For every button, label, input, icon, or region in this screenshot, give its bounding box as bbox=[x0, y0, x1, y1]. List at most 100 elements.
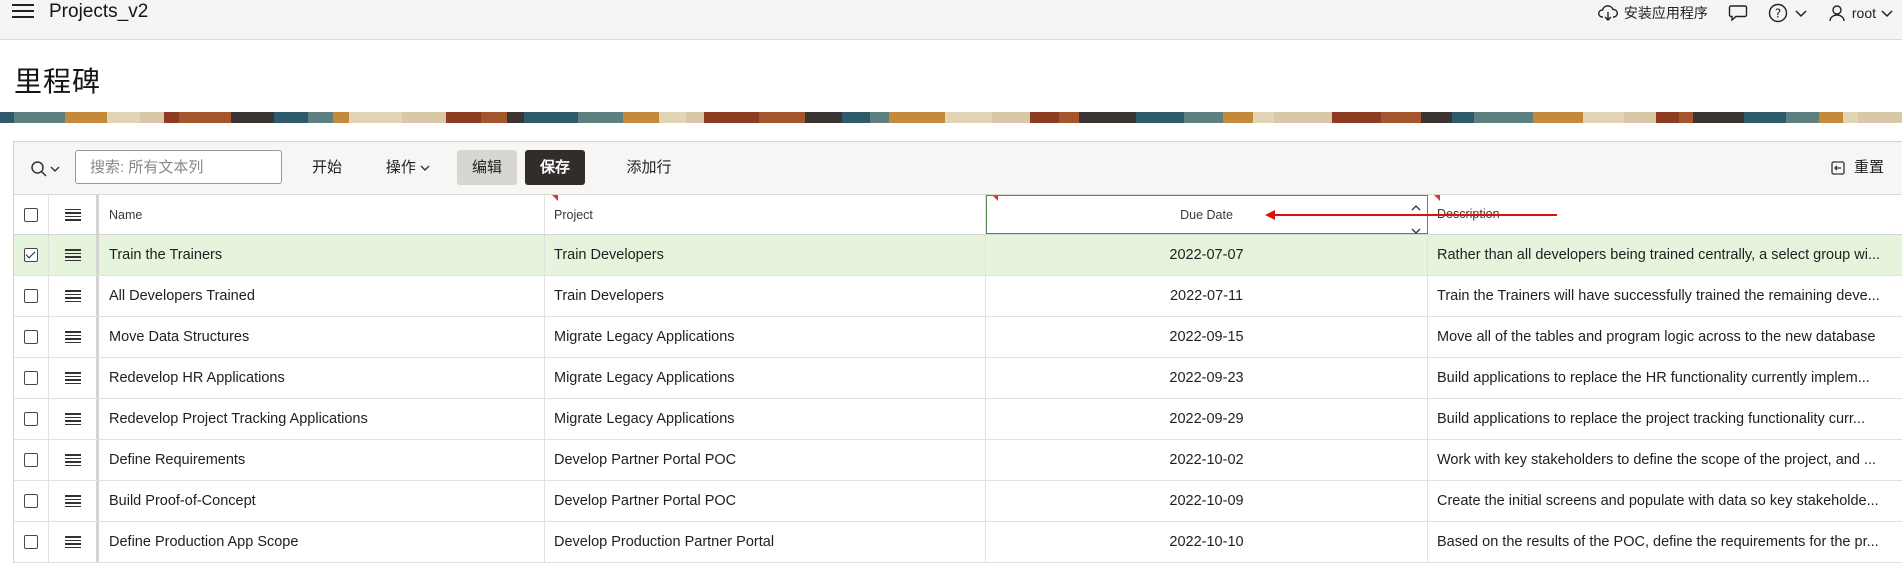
help-menu-button[interactable]: ? bbox=[1768, 3, 1808, 23]
row-select-cell bbox=[14, 317, 49, 357]
chevron-down-icon bbox=[50, 166, 60, 172]
cell-due-date[interactable]: 2022-10-10 bbox=[986, 522, 1428, 562]
row-select-cell bbox=[14, 481, 49, 521]
table-row[interactable]: All Developers Trained Train Developers 20… bbox=[14, 276, 1902, 317]
row-actions-icon[interactable] bbox=[64, 495, 81, 507]
row-actions-cell bbox=[49, 235, 99, 275]
row-actions-icon[interactable] bbox=[64, 413, 81, 425]
cell-description[interactable]: Rather than all developers being trained… bbox=[1428, 235, 1902, 275]
cell-due-date[interactable]: 2022-10-09 bbox=[986, 481, 1428, 521]
column-header-name[interactable]: Name bbox=[99, 195, 545, 234]
user-name-label: root bbox=[1851, 4, 1876, 21]
cell-project[interactable]: Develop Partner Portal POC bbox=[545, 481, 986, 521]
chat-bubble-icon bbox=[1728, 4, 1748, 22]
row-checkbox[interactable] bbox=[24, 330, 38, 344]
row-checkbox[interactable] bbox=[24, 289, 38, 303]
row-select-cell bbox=[14, 358, 49, 398]
table-row[interactable]: Redevelop Project Tracking Applications M… bbox=[14, 399, 1902, 440]
cell-due-date[interactable]: 2022-10-02 bbox=[986, 440, 1428, 480]
grid-header-row: Name Project Due Date Description bbox=[14, 195, 1902, 235]
edit-button[interactable]: 编辑 bbox=[457, 150, 517, 185]
reset-button[interactable]: 重置 bbox=[1814, 150, 1884, 185]
row-checkbox[interactable] bbox=[24, 535, 38, 549]
cell-project[interactable]: Develop Production Partner Portal bbox=[545, 522, 986, 562]
table-row[interactable]: Move Data Structures Migrate Legacy Appli… bbox=[14, 317, 1902, 358]
row-actions-icon[interactable] bbox=[64, 536, 81, 548]
cell-project[interactable]: Migrate Legacy Applications bbox=[545, 399, 986, 439]
table-row[interactable]: Build Proof-of-Concept Develop Partner Po… bbox=[14, 481, 1902, 522]
select-all-cell bbox=[14, 195, 49, 234]
row-actions-cell bbox=[49, 399, 99, 439]
cell-due-date[interactable]: 2022-09-29 bbox=[986, 399, 1428, 439]
cell-due-date[interactable]: 2022-07-11 bbox=[986, 276, 1428, 316]
row-actions-header bbox=[49, 195, 99, 234]
cell-name[interactable]: Build Proof-of-Concept bbox=[99, 481, 545, 521]
cell-due-date[interactable]: 2022-09-23 bbox=[986, 358, 1428, 398]
row-actions-icon[interactable] bbox=[64, 249, 81, 261]
table-row[interactable]: Define Requirements Develop Partner Porta… bbox=[14, 440, 1902, 481]
cell-description[interactable]: Build applications to replace the projec… bbox=[1428, 399, 1902, 439]
cell-project[interactable]: Train Developers bbox=[545, 276, 986, 316]
row-actions-cell bbox=[49, 440, 99, 480]
cloud-download-icon bbox=[1597, 4, 1618, 21]
cell-name[interactable]: Redevelop HR Applications bbox=[99, 358, 545, 398]
interactive-grid: 开始 操作 编辑 保存 添加行 重置 Name Project Due Date bbox=[13, 141, 1902, 563]
cell-name[interactable]: Train the Trainers bbox=[99, 235, 545, 275]
row-actions-icon[interactable] bbox=[64, 290, 81, 302]
row-checkbox[interactable] bbox=[24, 494, 38, 508]
user-icon bbox=[1829, 4, 1845, 21]
cell-name[interactable]: Move Data Structures bbox=[99, 317, 545, 357]
table-row[interactable]: Redevelop HR Applications Migrate Legacy … bbox=[14, 358, 1902, 399]
go-button[interactable]: 开始 bbox=[303, 150, 351, 185]
table-row[interactable]: Train the Trainers Train Developers 2022-0… bbox=[14, 235, 1902, 276]
row-select-cell bbox=[14, 522, 49, 562]
reset-label: 重置 bbox=[1853, 159, 1884, 176]
row-actions-icon[interactable] bbox=[64, 331, 81, 343]
install-app-label: 安装应用程序 bbox=[1623, 4, 1708, 21]
feedback-button[interactable] bbox=[1728, 4, 1748, 22]
hamburger-icon[interactable] bbox=[64, 208, 81, 221]
cell-description[interactable]: Build applications to replace the HR fun… bbox=[1428, 358, 1902, 398]
row-select-cell bbox=[14, 399, 49, 439]
row-checkbox[interactable] bbox=[24, 248, 38, 262]
actions-menu-button[interactable]: 操作 bbox=[378, 150, 438, 185]
cell-description[interactable]: Move all of the tables and program logic… bbox=[1428, 317, 1902, 357]
app-title[interactable]: Projects_v2 bbox=[49, 1, 148, 23]
cell-name[interactable]: Define Production App Scope bbox=[99, 522, 545, 562]
cell-description[interactable]: Train the Trainers will have successfull… bbox=[1428, 276, 1902, 316]
cell-description[interactable]: Create the initial screens and populate … bbox=[1428, 481, 1902, 521]
row-checkbox[interactable] bbox=[24, 453, 38, 467]
user-menu-button[interactable]: root bbox=[1828, 4, 1894, 22]
row-checkbox[interactable] bbox=[24, 371, 38, 385]
search-input[interactable] bbox=[75, 150, 282, 184]
select-all-checkbox[interactable] bbox=[24, 207, 38, 222]
table-row[interactable]: Define Production App Scope Develop Produ… bbox=[14, 522, 1902, 563]
cell-due-date[interactable]: 2022-09-15 bbox=[986, 317, 1428, 357]
cell-due-date[interactable]: 2022-07-07 bbox=[986, 235, 1428, 275]
menu-icon[interactable] bbox=[12, 4, 34, 20]
help-icon: ? bbox=[1768, 3, 1788, 22]
cell-description[interactable]: Work with key stakeholders to define the… bbox=[1428, 440, 1902, 480]
cell-project[interactable]: Train Developers bbox=[545, 235, 986, 275]
cell-name[interactable]: Redevelop Project Tracking Applications bbox=[99, 399, 545, 439]
save-button[interactable]: 保存 bbox=[525, 150, 585, 185]
search-column-selector[interactable] bbox=[30, 158, 62, 180]
row-checkbox[interactable] bbox=[24, 412, 38, 426]
install-app-button[interactable]: 安装应用程序 bbox=[1597, 3, 1708, 23]
search-icon bbox=[31, 161, 47, 177]
cell-description[interactable]: Based on the results of the POC, define … bbox=[1428, 522, 1902, 562]
chevron-down-icon bbox=[1795, 9, 1807, 17]
cell-project[interactable]: Migrate Legacy Applications bbox=[545, 358, 986, 398]
page-title: 里程碑 bbox=[14, 65, 102, 98]
cell-name[interactable]: Define Requirements bbox=[99, 440, 545, 480]
column-header-project[interactable]: Project bbox=[545, 195, 986, 234]
cell-project[interactable]: Develop Partner Portal POC bbox=[545, 440, 986, 480]
row-actions-cell bbox=[49, 481, 99, 521]
cell-project[interactable]: Migrate Legacy Applications bbox=[545, 317, 986, 357]
row-actions-icon[interactable] bbox=[64, 372, 81, 384]
annotation-arrow-head bbox=[1265, 210, 1275, 220]
cell-name[interactable]: All Developers Trained bbox=[99, 276, 545, 316]
add-row-button[interactable]: 添加行 bbox=[614, 150, 684, 185]
row-actions-icon[interactable] bbox=[64, 454, 81, 466]
actions-label: 操作 bbox=[385, 159, 416, 176]
